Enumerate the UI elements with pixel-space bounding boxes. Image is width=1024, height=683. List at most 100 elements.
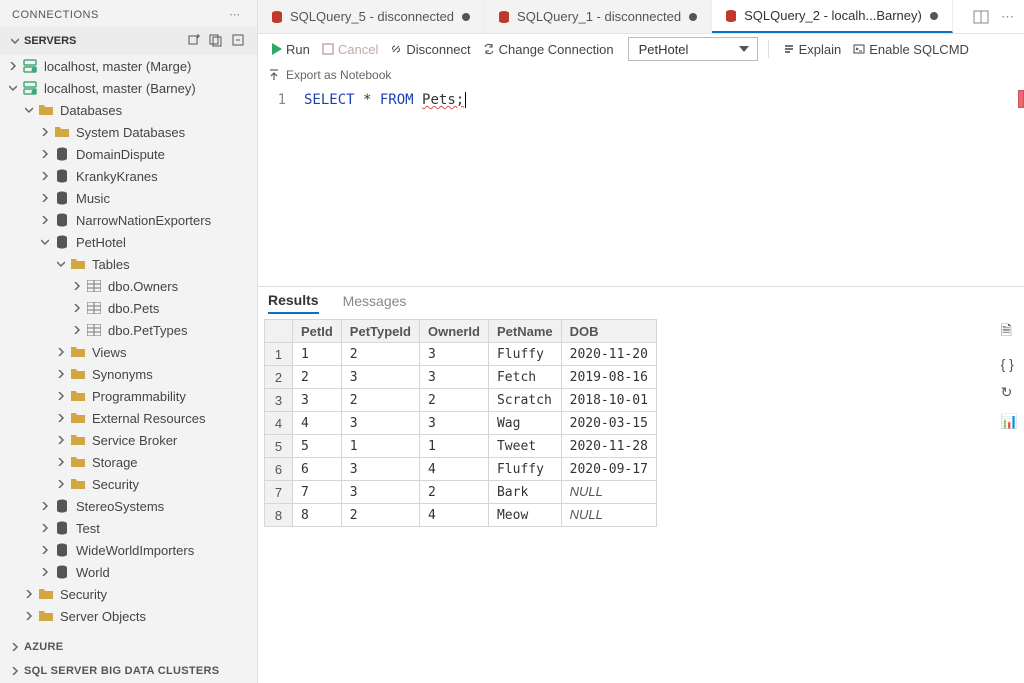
cell[interactable]: 3 (341, 366, 419, 389)
cell[interactable]: 5 (293, 435, 342, 458)
database-node[interactable]: StereoSystems (0, 495, 257, 517)
table-node[interactable]: dbo.Owners (0, 275, 257, 297)
cell[interactable]: Wag (488, 412, 561, 435)
collapse-all-icon[interactable] (231, 33, 247, 49)
cell[interactable]: 6 (293, 458, 342, 481)
table-row[interactable]: 1123Fluffy2020-11-20 (265, 343, 657, 366)
folder-node[interactable]: External Resources (0, 407, 257, 429)
cell[interactable]: 3 (341, 481, 419, 504)
cell[interactable]: 2 (341, 343, 419, 366)
column-header[interactable]: DOB (561, 320, 656, 343)
editor-tab[interactable]: SQLQuery_1 - disconnected (485, 0, 712, 33)
column-header[interactable]: PetTypeId (341, 320, 419, 343)
more-icon[interactable]: ⋯ (1001, 9, 1014, 25)
cell[interactable]: 4 (419, 458, 488, 481)
cell[interactable]: 3 (419, 343, 488, 366)
big-data-section[interactable]: SQL SERVER BIG DATA CLUSTERS (0, 659, 257, 683)
databases-folder[interactable]: Databases (0, 99, 257, 121)
cell[interactable]: 2020-11-28 (561, 435, 656, 458)
cell[interactable]: Fluffy (488, 458, 561, 481)
cell[interactable]: 2020-11-20 (561, 343, 656, 366)
azure-section[interactable]: AZURE (0, 635, 257, 659)
cell[interactable]: 3 (341, 412, 419, 435)
cell[interactable]: Fetch (488, 366, 561, 389)
cell[interactable]: 2020-09-17 (561, 458, 656, 481)
sql-editor[interactable]: 1 SELECT * FROM Pets; (258, 86, 1024, 286)
database-node[interactable]: NarrowNationExporters (0, 209, 257, 231)
new-connection-icon[interactable] (187, 33, 203, 49)
code-line[interactable]: SELECT * FROM Pets; (304, 90, 1024, 110)
cell[interactable]: NULL (561, 481, 656, 504)
editor-tab[interactable]: SQLQuery_2 - localh...Barney) (712, 0, 953, 33)
cell[interactable]: NULL (561, 504, 656, 527)
cancel-button[interactable]: Cancel (318, 40, 382, 59)
cell[interactable]: 2 (341, 389, 419, 412)
cell[interactable]: 2 (341, 504, 419, 527)
change-connection-button[interactable]: Change Connection (479, 40, 618, 59)
cell[interactable]: Fluffy (488, 343, 561, 366)
chart-icon[interactable]: 📊 (1001, 413, 1018, 430)
folder-node[interactable]: Storage (0, 451, 257, 473)
database-node[interactable]: KrankyKranes (0, 165, 257, 187)
cell[interactable]: 3 (419, 366, 488, 389)
table-row[interactable]: 8824MeowNULL (265, 504, 657, 527)
table-row[interactable]: 4433Wag2020-03-15 (265, 412, 657, 435)
editor-tab[interactable]: SQLQuery_5 - disconnected (258, 0, 485, 33)
cell[interactable]: 4 (419, 504, 488, 527)
servers-header[interactable]: SERVERS (0, 27, 257, 55)
folder-node[interactable]: Security (0, 583, 257, 605)
cell[interactable]: 2 (293, 366, 342, 389)
table-row[interactable]: 2233Fetch2019-08-16 (265, 366, 657, 389)
tables-folder[interactable]: Tables (0, 253, 257, 275)
cell[interactable]: 7 (293, 481, 342, 504)
cell[interactable]: 3 (419, 412, 488, 435)
folder-node[interactable]: Views (0, 341, 257, 363)
export-notebook-button[interactable]: Export as Notebook (258, 64, 1024, 86)
server-node[interactable]: localhost, master (Barney) (0, 77, 257, 99)
cell[interactable]: 3 (341, 458, 419, 481)
cell[interactable]: 3 (293, 389, 342, 412)
cell[interactable]: 2 (419, 389, 488, 412)
table-node[interactable]: dbo.PetTypes (0, 319, 257, 341)
new-group-icon[interactable] (209, 33, 225, 49)
cell[interactable]: Tweet (488, 435, 561, 458)
column-header[interactable]: OwnerId (419, 320, 488, 343)
database-node[interactable]: World (0, 561, 257, 583)
split-editor-icon[interactable] (973, 9, 989, 25)
database-node[interactable]: PetHotel (0, 231, 257, 253)
database-node[interactable]: Music (0, 187, 257, 209)
cell[interactable]: 4 (293, 412, 342, 435)
explain-button[interactable]: Explain (779, 40, 846, 59)
folder-node[interactable]: Security (0, 473, 257, 495)
save-csv-icon[interactable]: 🗎 (1001, 320, 1018, 344)
folder-node[interactable]: Service Broker (0, 429, 257, 451)
database-select[interactable]: PetHotel (628, 37, 758, 61)
database-node[interactable]: System Databases (0, 121, 257, 143)
table-row[interactable]: 6634Fluffy2020-09-17 (265, 458, 657, 481)
cell[interactable]: 1 (419, 435, 488, 458)
folder-node[interactable]: Server Objects (0, 605, 257, 627)
cell[interactable]: Meow (488, 504, 561, 527)
tab-messages[interactable]: Messages (343, 293, 407, 313)
database-node[interactable]: WideWorldImporters (0, 539, 257, 561)
column-header[interactable]: PetId (293, 320, 342, 343)
database-node[interactable]: Test (0, 517, 257, 539)
save-json-icon[interactable]: { } (1001, 356, 1018, 372)
cell[interactable]: Scratch (488, 389, 561, 412)
cell[interactable]: Bark (488, 481, 561, 504)
run-button[interactable]: Run (268, 40, 314, 59)
server-node[interactable]: localhost, master (Marge) (0, 55, 257, 77)
table-row[interactable]: 5511Tweet2020-11-28 (265, 435, 657, 458)
cell[interactable]: 1 (293, 343, 342, 366)
disconnect-button[interactable]: Disconnect (386, 40, 474, 59)
column-header[interactable]: PetName (488, 320, 561, 343)
folder-node[interactable]: Synonyms (0, 363, 257, 385)
table-node[interactable]: dbo.Pets (0, 297, 257, 319)
table-row[interactable]: 7732BarkNULL (265, 481, 657, 504)
enable-sqlcmd-button[interactable]: Enable SQLCMD (849, 40, 973, 59)
overview-marker[interactable] (1018, 90, 1024, 108)
database-node[interactable]: DomainDispute (0, 143, 257, 165)
table-row[interactable]: 3322Scratch2018-10-01 (265, 389, 657, 412)
cell[interactable]: 2019-08-16 (561, 366, 656, 389)
results-grid[interactable]: PetIdPetTypeIdOwnerIdPetNameDOB1123Fluff… (264, 319, 657, 527)
